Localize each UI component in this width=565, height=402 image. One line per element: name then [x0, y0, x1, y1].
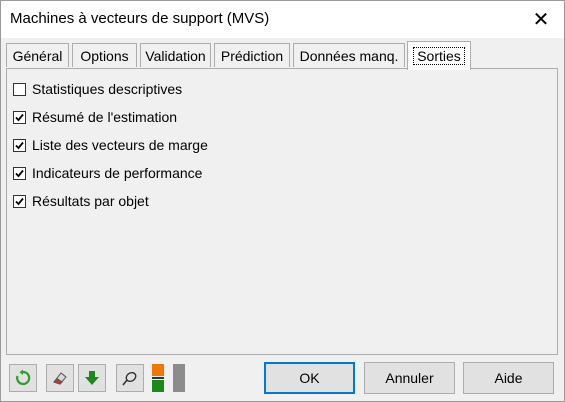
checkmark-icon — [15, 169, 24, 177]
outputs-panel: Statistiques descriptives Résumé de l'es… — [6, 68, 558, 355]
option-results-by-object[interactable]: Résultats par objet — [13, 192, 149, 210]
swap-colors-icon[interactable] — [152, 364, 166, 392]
tab-outputs[interactable]: Sorties — [407, 41, 471, 70]
down-arrow-icon — [85, 371, 99, 385]
checkmark-icon — [15, 113, 24, 121]
close-button[interactable]: ✕ — [518, 1, 564, 38]
orange-swatch — [152, 364, 164, 376]
tab-label: Options — [80, 47, 129, 64]
checkmark-icon — [15, 197, 24, 205]
tab-options[interactable]: Options — [72, 43, 137, 67]
tab-label: Prédiction — [220, 47, 284, 64]
green-swatch — [152, 380, 164, 392]
eraser-icon — [53, 372, 67, 385]
checkbox[interactable] — [13, 194, 26, 208]
scroll-handle[interactable] — [173, 364, 185, 392]
option-label: Résumé de l'estimation — [32, 109, 178, 125]
option-label: Statistiques descriptives — [32, 81, 183, 97]
pin-icon — [122, 371, 137, 386]
help-button[interactable]: Aide — [463, 362, 554, 394]
option-descriptive-stats[interactable]: Statistiques descriptives — [13, 80, 182, 98]
checkbox[interactable] — [13, 110, 26, 124]
checkbox[interactable] — [13, 138, 26, 152]
help-label: Aide — [494, 370, 523, 386]
bottom-toolbar: OK Annuler Aide — [6, 359, 558, 399]
option-performance-indicators[interactable]: Indicateurs de performance — [13, 164, 202, 182]
tab-prediction[interactable]: Prédiction — [214, 43, 290, 67]
pin-button[interactable] — [116, 364, 144, 392]
option-label: Liste des vecteurs de marge — [32, 137, 208, 153]
close-icon: ✕ — [532, 9, 550, 31]
option-margin-vectors[interactable]: Liste des vecteurs de marge — [13, 136, 208, 154]
option-label: Indicateurs de performance — [32, 165, 203, 181]
tab-missing-data[interactable]: Données manq. — [293, 43, 405, 67]
clear-button[interactable] — [46, 364, 74, 392]
option-estimation-summary[interactable]: Résumé de l'estimation — [13, 108, 177, 126]
reset-icon — [16, 369, 31, 386]
ok-label: OK — [299, 370, 320, 386]
tab-label: Général — [12, 47, 63, 64]
tab-label: Validation — [145, 47, 206, 64]
title-bar: Machines à vecteurs de support (MVS) ✕ — [1, 1, 564, 38]
checkbox[interactable] — [13, 166, 26, 180]
checkmark-icon — [15, 141, 24, 149]
tab-label: Données manq. — [299, 47, 399, 64]
ok-button[interactable]: OK — [264, 362, 355, 394]
tab-validation[interactable]: Validation — [140, 43, 211, 67]
tab-general[interactable]: Général — [6, 43, 69, 67]
cancel-button[interactable]: Annuler — [364, 362, 455, 394]
dialog-window: Machines à vecteurs de support (MVS) ✕ G… — [0, 0, 565, 402]
cancel-label: Annuler — [385, 370, 434, 386]
separator — [152, 377, 164, 379]
move-down-button[interactable] — [78, 364, 106, 392]
option-label: Résultats par objet — [32, 193, 149, 209]
window-title: Machines à vecteurs de support (MVS) — [10, 10, 270, 27]
tab-label: Sorties — [413, 47, 465, 65]
checkbox[interactable] — [13, 82, 26, 96]
reset-button[interactable] — [9, 364, 37, 392]
